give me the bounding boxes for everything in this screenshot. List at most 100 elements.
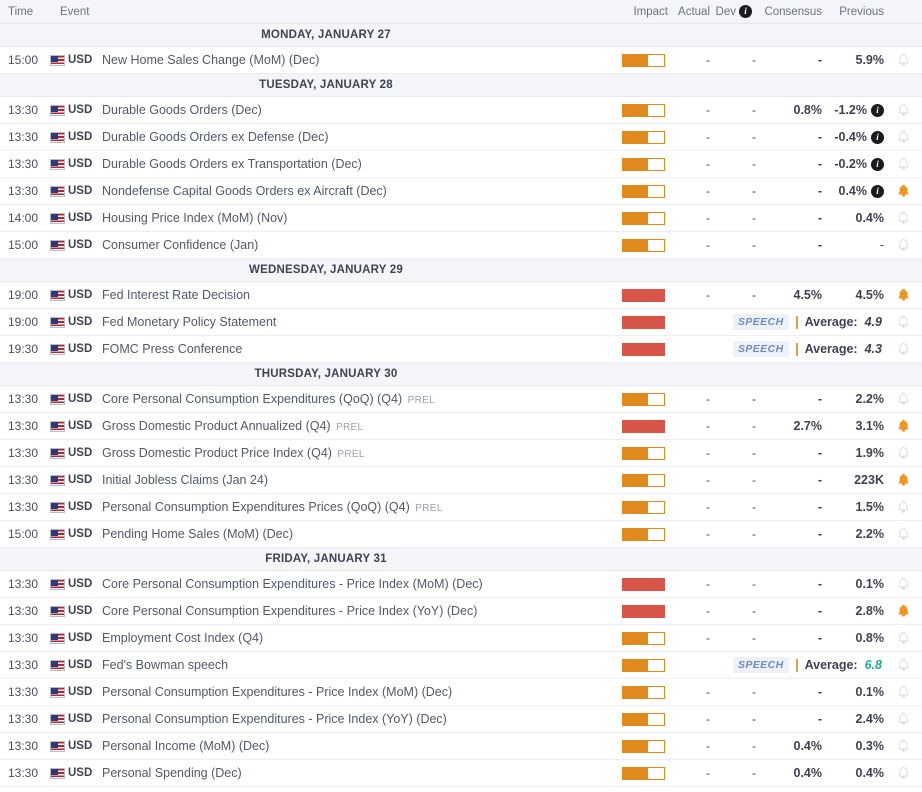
event-name-cell[interactable]: Personal Consumption Expenditures Prices…: [92, 500, 608, 514]
day-label: THURSDAY, JANUARY 30: [254, 368, 398, 380]
event-name-cell[interactable]: Durable Goods Orders ex Transportation (…: [92, 157, 608, 171]
calendar-event-row[interactable]: 13:30 USD Personal Consumption Expenditure…: [0, 706, 922, 733]
event-name-cell[interactable]: Gross Domestic Product Annualized (Q4) P…: [92, 419, 608, 433]
column-header-actual[interactable]: Actual: [668, 6, 710, 18]
speech-badge[interactable]: SPEECH: [732, 314, 789, 330]
event-name-cell[interactable]: New Home Sales Change (MoM) (Dec): [92, 53, 608, 67]
info-icon[interactable]: i: [871, 103, 884, 117]
alert-bell-button[interactable]: [884, 157, 922, 171]
event-name-cell[interactable]: Personal Spending (Dec): [92, 766, 608, 780]
column-header-consensus[interactable]: Consensus: [756, 6, 822, 18]
column-header-time[interactable]: Time: [8, 6, 50, 18]
event-name-cell[interactable]: Personal Consumption Expenditures - Pric…: [92, 685, 608, 699]
alert-bell-button[interactable]: [884, 739, 922, 753]
actual-value: -: [706, 577, 710, 591]
event-currency: USD: [50, 740, 92, 752]
alert-bell-button[interactable]: [884, 658, 922, 672]
calendar-event-row[interactable]: 13:30 USD Personal Consumption Expenditure…: [0, 679, 922, 706]
alert-bell-button[interactable]: [884, 392, 922, 406]
calendar-event-row[interactable]: 13:30 USD Gross Domestic Product Price Ind…: [0, 440, 922, 467]
calendar-event-row[interactable]: 15:00 USD New Home Sales Change (MoM) (Dec…: [0, 47, 922, 74]
event-name-cell[interactable]: Core Personal Consumption Expenditures -…: [92, 604, 608, 618]
alert-bell-button[interactable]: [884, 712, 922, 726]
info-icon[interactable]: i: [871, 184, 884, 198]
alert-bell-button[interactable]: [884, 342, 922, 356]
event-name-cell[interactable]: Consumer Confidence (Jan): [92, 238, 608, 252]
alert-bell-button[interactable]: [884, 238, 922, 252]
calendar-event-row[interactable]: 13:30 USD Core Personal Consumption Expend…: [0, 571, 922, 598]
alert-bell-button[interactable]: [884, 577, 922, 591]
event-name-cell[interactable]: Housing Price Index (MoM) (Nov): [92, 211, 608, 225]
alert-bell-button[interactable]: [884, 211, 922, 225]
calendar-event-row[interactable]: 13:30 USD Core Personal Consumption Expend…: [0, 598, 922, 625]
calendar-event-row[interactable]: 15:00 USD Pending Home Sales (MoM) (Dec) - -…: [0, 521, 922, 548]
calendar-event-row[interactable]: 13:30 USD Personal Income (MoM) (Dec) - - 0.4…: [0, 733, 922, 760]
calendar-event-row[interactable]: 13:30 USD Initial Jobless Claims (Jan 24) -…: [0, 467, 922, 494]
info-icon[interactable]: i: [871, 130, 884, 144]
event-name-cell[interactable]: Fed's Bowman speech: [92, 658, 608, 672]
alert-bell-button[interactable]: [884, 500, 922, 514]
us-flag-icon: [50, 501, 65, 513]
alert-bell-button[interactable]: [884, 315, 922, 329]
event-name-cell[interactable]: Core Personal Consumption Expenditures (…: [92, 392, 608, 406]
currency-code: USD: [68, 474, 93, 486]
calendar-event-row[interactable]: 13:30 USD Gross Domestic Product Annualize…: [0, 413, 922, 440]
alert-bell-button[interactable]: [884, 446, 922, 460]
event-name-cell[interactable]: Durable Goods Orders (Dec): [92, 103, 608, 117]
column-header-dev[interactable]: Dev: [710, 6, 736, 18]
calendar-event-row[interactable]: 13:30 USD Durable Goods Orders ex Defense …: [0, 124, 922, 151]
calendar-event-row[interactable]: 13:30 USD Nondefense Capital Goods Orders …: [0, 178, 922, 205]
alert-bell-button[interactable]: [884, 53, 922, 67]
event-name-cell[interactable]: Nondefense Capital Goods Orders ex Aircr…: [92, 184, 608, 198]
calendar-event-row[interactable]: 13:30 USD Personal Spending (Dec) - - 0.4% 0.4…: [0, 760, 922, 787]
alert-bell-button[interactable]: [884, 130, 922, 144]
alert-bell-button[interactable]: [884, 527, 922, 541]
speech-badge[interactable]: SPEECH: [732, 657, 789, 673]
calendar-event-row[interactable]: 13:30 USD Durable Goods Orders ex Transpor…: [0, 151, 922, 178]
actual-value: -: [706, 184, 710, 198]
event-name-cell[interactable]: Pending Home Sales (MoM) (Dec): [92, 527, 608, 541]
alert-bell-button[interactable]: [884, 604, 922, 618]
alert-bell-button[interactable]: [884, 103, 922, 117]
event-name-cell[interactable]: Durable Goods Orders ex Defense (Dec): [92, 130, 608, 144]
alert-bell-button[interactable]: [884, 184, 922, 198]
consensus-value: -: [817, 473, 822, 487]
alert-bell-button[interactable]: [884, 288, 922, 302]
calendar-event-row[interactable]: 13:30 USD Fed's Bowman speech SPEECH Average…: [0, 652, 922, 679]
column-header-previous[interactable]: Previous: [822, 6, 884, 18]
previous-cell: 0.3%: [822, 739, 885, 753]
calendar-event-row[interactable]: 19:30 USD FOMC Press Conference SPEECH Avera…: [0, 336, 922, 363]
event-name-cell[interactable]: Fed Interest Rate Decision: [92, 288, 608, 302]
calendar-event-row[interactable]: 13:30 USD Personal Consumption Expenditure…: [0, 494, 922, 521]
event-name-cell[interactable]: Initial Jobless Claims (Jan 24): [92, 473, 608, 487]
dev-info-icon[interactable]: i: [736, 5, 756, 18]
column-header-event[interactable]: Event: [50, 6, 608, 18]
previous-cell: 1.5%: [822, 500, 885, 514]
alert-bell-button[interactable]: [884, 473, 922, 487]
calendar-event-row[interactable]: 13:30 USD Employment Cost Index (Q4) - - - 0.8…: [0, 625, 922, 652]
calendar-event-row[interactable]: 19:00 USD Fed Interest Rate Decision - - 4.5%…: [0, 282, 922, 309]
info-icon[interactable]: i: [871, 157, 884, 171]
calendar-event-row[interactable]: 13:30 USD Durable Goods Orders (Dec) - - 0.8%…: [0, 97, 922, 124]
alert-bell-button[interactable]: [884, 419, 922, 433]
alert-bell-button[interactable]: [884, 766, 922, 780]
calendar-event-row[interactable]: 15:00 USD Consumer Confidence (Jan) - - - -: [0, 232, 922, 259]
event-name-cell[interactable]: Core Personal Consumption Expenditures -…: [92, 577, 608, 591]
column-header-impact[interactable]: Impact: [608, 6, 668, 18]
calendar-event-row[interactable]: 19:00 USD Fed Monetary Policy Statement SPE…: [0, 309, 922, 336]
alert-bell-button[interactable]: [884, 631, 922, 645]
alert-bell-button[interactable]: [884, 685, 922, 699]
event-name-cell[interactable]: Fed Monetary Policy Statement: [92, 315, 608, 329]
event-name-cell[interactable]: Gross Domestic Product Price Index (Q4) …: [92, 446, 608, 460]
consensus-value: -: [817, 500, 822, 514]
event-currency: USD: [50, 632, 92, 644]
event-name-cell[interactable]: Personal Consumption Expenditures - Pric…: [92, 712, 608, 726]
speech-badge[interactable]: SPEECH: [732, 341, 789, 357]
previous-value: 0.3%: [855, 739, 885, 753]
event-name-cell[interactable]: Employment Cost Index (Q4): [92, 631, 608, 645]
calendar-event-row[interactable]: 14:00 USD Housing Price Index (MoM) (Nov) -…: [0, 205, 922, 232]
event-name-cell[interactable]: FOMC Press Conference: [92, 342, 608, 356]
calendar-event-row[interactable]: 13:30 USD Core Personal Consumption Expend…: [0, 386, 922, 413]
bell-icon: [897, 712, 910, 726]
event-name-cell[interactable]: Personal Income (MoM) (Dec): [92, 739, 608, 753]
